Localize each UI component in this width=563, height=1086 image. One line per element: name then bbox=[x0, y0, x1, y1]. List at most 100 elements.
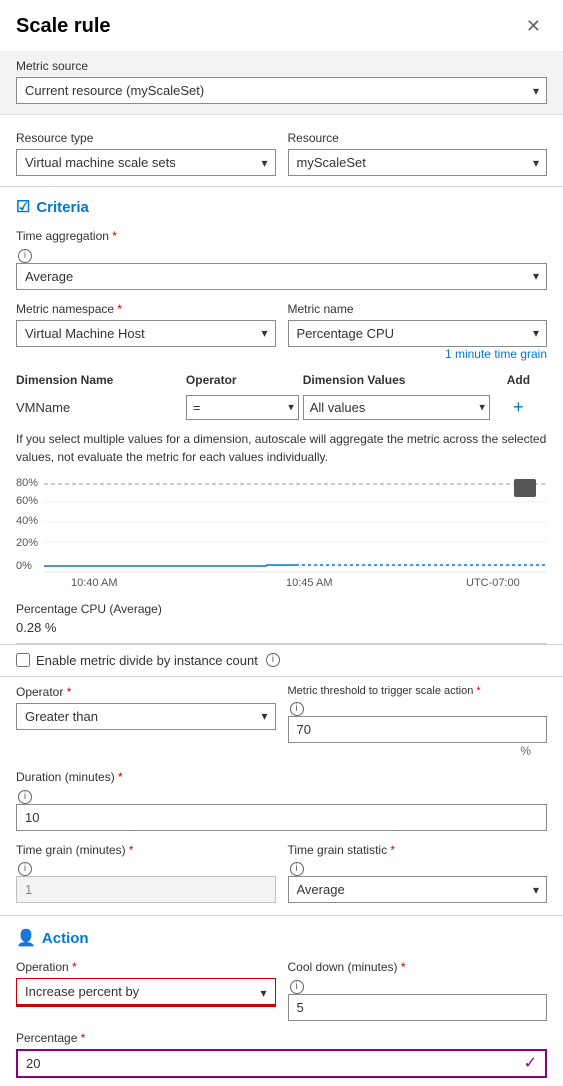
action-header: 👤 Action bbox=[0, 916, 563, 954]
add-cell: + bbox=[494, 393, 547, 422]
time-grain-statistic-select[interactable]: Average bbox=[288, 876, 548, 903]
duration-label: Duration (minutes) bbox=[16, 770, 547, 784]
percentage-check-icon: ✓ bbox=[524, 1053, 537, 1073]
dimension-values-cell: All values bbox=[303, 393, 494, 422]
operator-col: Operator Greater than bbox=[16, 685, 276, 744]
duration-row: Duration (minutes) i bbox=[0, 764, 563, 837]
resource-type-col: Resource type Virtual machine scale sets bbox=[16, 131, 276, 176]
resource-col: Resource myScaleSet bbox=[288, 131, 548, 176]
operator-select-wrapper: = bbox=[186, 395, 299, 420]
svg-text:80%: 80% bbox=[16, 477, 38, 489]
time-grain-statistic-label: Time grain statistic bbox=[288, 843, 548, 857]
dimension-values-select[interactable]: All values bbox=[303, 395, 490, 420]
metric-name-select[interactable]: Percentage CPU bbox=[288, 320, 548, 347]
chart-value: 0.28 % bbox=[16, 618, 547, 644]
metric-name-label: Metric name bbox=[288, 302, 548, 316]
metric-name-select-wrapper: Percentage CPU bbox=[288, 320, 548, 347]
dimension-name-header: Dimension Name bbox=[16, 369, 186, 393]
dimension-table-wrapper: Dimension Name Operator Dimension Values… bbox=[0, 369, 563, 422]
percentage-input[interactable] bbox=[18, 1051, 545, 1076]
close-button[interactable]: ✕ bbox=[520, 14, 547, 39]
criteria-header: ☑ Criteria bbox=[0, 187, 563, 223]
svg-text:0%: 0% bbox=[16, 560, 32, 572]
metric-source-select-wrapper: Current resource (myScaleSet) bbox=[16, 77, 547, 104]
svg-text:20%: 20% bbox=[16, 537, 38, 549]
enable-metric-divide-row: Enable metric divide by instance count i bbox=[0, 645, 563, 676]
operator-dropdown[interactable]: Greater than bbox=[16, 703, 276, 730]
resource-select-wrapper: myScaleSet bbox=[288, 149, 548, 176]
percent-suffix: % bbox=[16, 743, 547, 758]
time-grain-minutes-col: Time grain (minutes) i bbox=[16, 843, 276, 904]
operation-select-wrapper: Increase percent by bbox=[16, 978, 276, 1007]
resource-type-select[interactable]: Virtual machine scale sets bbox=[16, 149, 276, 176]
add-header: Add bbox=[494, 369, 547, 393]
cool-down-input[interactable] bbox=[288, 994, 548, 1021]
time-grain-minutes-label: Time grain (minutes) bbox=[16, 843, 276, 857]
operation-label: Operation bbox=[16, 960, 276, 974]
dimension-name-value: VMName bbox=[16, 400, 70, 415]
duration-input[interactable] bbox=[16, 804, 547, 831]
chart-svg: 80% 60% 40% 20% 0% 10:40 AM 10:45 AM UTC… bbox=[16, 474, 546, 594]
time-aggregation-label: Time aggregation bbox=[16, 229, 547, 243]
metric-namespace-label: Metric namespace bbox=[16, 302, 276, 316]
info-text: If you select multiple values for a dime… bbox=[0, 422, 563, 474]
metric-threshold-input[interactable] bbox=[288, 716, 548, 743]
panel-header: Scale rule ✕ bbox=[0, 0, 563, 51]
resource-type-label: Resource type bbox=[16, 131, 276, 145]
criteria-icon: ☑ bbox=[16, 197, 30, 217]
dimension-row: VMName = All values bbox=[16, 393, 547, 422]
dimension-values-select-wrapper: All values bbox=[303, 395, 490, 420]
time-grain-cols: Time grain (minutes) i Time grain statis… bbox=[16, 843, 547, 904]
metric-threshold-col: Metric threshold to trigger scale action… bbox=[288, 685, 548, 744]
svg-text:UTC-07:00: UTC-07:00 bbox=[466, 577, 520, 589]
metric-threshold-label: Metric threshold to trigger scale action bbox=[288, 685, 548, 697]
resource-row: Resource type Virtual machine scale sets… bbox=[16, 131, 547, 176]
dimension-table: Dimension Name Operator Dimension Values… bbox=[16, 369, 547, 422]
add-dimension-button[interactable]: + bbox=[509, 397, 528, 418]
enable-metric-divide-info-icon[interactable]: i bbox=[266, 653, 280, 667]
svg-text:40%: 40% bbox=[16, 515, 38, 527]
time-grain-label: 1 minute time grain bbox=[16, 347, 547, 361]
criteria-label: Criteria bbox=[36, 199, 89, 216]
operation-col: Operation Increase percent by bbox=[16, 960, 276, 1021]
metric-source-select[interactable]: Current resource (myScaleSet) bbox=[16, 77, 547, 104]
percentage-input-wrapper: ✓ bbox=[16, 1049, 547, 1078]
metric-namespace-row: Metric namespace Virtual Machine Host Me… bbox=[0, 296, 563, 369]
action-icon: 👤 bbox=[16, 928, 36, 948]
operator-header: Operator bbox=[186, 369, 303, 393]
resource-section: Resource type Virtual machine scale sets… bbox=[0, 123, 563, 186]
time-aggregation-select[interactable]: Average bbox=[16, 263, 547, 290]
chart-area: 80% 60% 40% 20% 0% 10:40 AM 10:45 AM UTC… bbox=[0, 474, 563, 598]
cool-down-info-icon[interactable]: i bbox=[290, 980, 304, 994]
svg-text:10:40 AM: 10:40 AM bbox=[71, 577, 117, 589]
time-grain-minutes-input bbox=[16, 876, 276, 903]
duration-info-icon[interactable]: i bbox=[18, 790, 32, 804]
cool-down-label: Cool down (minutes) bbox=[288, 960, 548, 974]
svg-text:10:45 AM: 10:45 AM bbox=[286, 577, 332, 589]
time-grain-statistic-info-icon[interactable]: i bbox=[290, 862, 304, 876]
dimension-name-cell: VMName bbox=[16, 393, 186, 422]
operator-label: Operator bbox=[16, 685, 276, 699]
operator-threshold-row: Operator Greater than Metric threshold t… bbox=[0, 677, 563, 765]
operator-threshold-cols: Operator Greater than Metric threshold t… bbox=[16, 685, 547, 744]
metric-namespace-cols: Metric namespace Virtual Machine Host Me… bbox=[16, 302, 547, 347]
operator-select[interactable]: = bbox=[186, 395, 299, 420]
svg-text:60%: 60% bbox=[16, 495, 38, 507]
operation-select[interactable]: Increase percent by bbox=[17, 979, 275, 1006]
dimension-values-header: Dimension Values bbox=[303, 369, 494, 393]
cool-down-col: Cool down (minutes) i bbox=[288, 960, 548, 1021]
percentage-row: Percentage ✓ bbox=[0, 1027, 563, 1086]
enable-metric-divide-checkbox[interactable] bbox=[16, 653, 30, 667]
action-label: Action bbox=[42, 930, 89, 947]
time-aggregation-select-wrapper: Average bbox=[16, 263, 547, 290]
operator-cell: = bbox=[186, 393, 303, 422]
resource-select[interactable]: myScaleSet bbox=[288, 149, 548, 176]
time-aggregation-info-icon[interactable]: i bbox=[18, 249, 32, 263]
time-grain-minutes-info-icon[interactable]: i bbox=[18, 862, 32, 876]
metric-threshold-info-icon[interactable]: i bbox=[290, 702, 304, 716]
metric-namespace-col: Metric namespace Virtual Machine Host bbox=[16, 302, 276, 347]
operation-cooldown-cols: Operation Increase percent by Cool down … bbox=[16, 960, 547, 1021]
operation-cooldown-row: Operation Increase percent by Cool down … bbox=[0, 954, 563, 1027]
percentage-label: Percentage bbox=[16, 1031, 547, 1045]
metric-namespace-select[interactable]: Virtual Machine Host bbox=[16, 320, 276, 347]
